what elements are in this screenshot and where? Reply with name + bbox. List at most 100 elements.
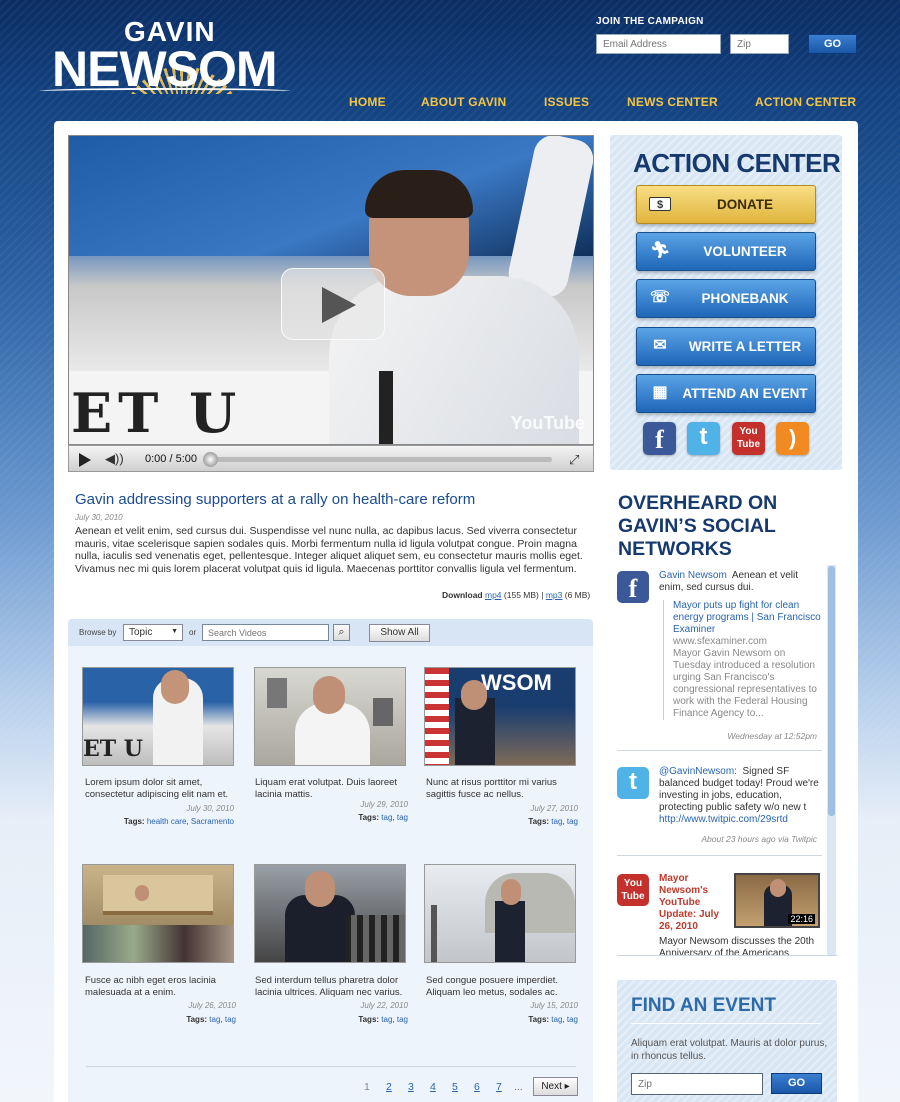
- phonebank-button[interactable]: ☏ PHONEBANK: [636, 279, 816, 318]
- tag-link[interactable]: tag: [209, 1015, 220, 1024]
- facebook-icon[interactable]: f: [643, 422, 676, 455]
- video-caption: Sed congue posuere imperdiet. Aliquam le…: [426, 975, 559, 998]
- video-date: July 15, 2010: [530, 1001, 578, 1010]
- tag-link[interactable]: tag: [551, 1015, 562, 1024]
- nav-home[interactable]: HOME: [349, 95, 386, 109]
- video-player[interactable]: ET U T YouTube: [68, 135, 594, 445]
- find-event-title: FIND AN EVENT: [631, 995, 776, 1016]
- join-go-button[interactable]: GO: [808, 34, 857, 54]
- tag-link[interactable]: tag: [397, 813, 408, 822]
- banner-text: ET U: [71, 381, 243, 445]
- download-mp4-link[interactable]: mp4: [485, 590, 502, 600]
- video-thumbnail[interactable]: [254, 667, 406, 766]
- search-videos-input[interactable]: [202, 624, 329, 641]
- video-thumbnail[interactable]: ET U: [82, 667, 234, 766]
- youtube-video-title[interactable]: Mayor Newsom's YouTube Update: July 26, …: [659, 873, 731, 933]
- browse-or: or: [189, 628, 197, 637]
- browse-topic-select[interactable]: Topic: [123, 624, 183, 641]
- logo-swoosh: [40, 88, 290, 94]
- page-link[interactable]: 4: [430, 1081, 436, 1093]
- video-thumbnail[interactable]: [424, 864, 576, 963]
- next-page-button[interactable]: Next ▸: [533, 1077, 578, 1096]
- video-tags: Tags: health care, Sacramento: [123, 817, 234, 826]
- tag-link[interactable]: tag: [381, 813, 392, 822]
- nav-news-center[interactable]: NEWS CENTER: [627, 95, 718, 109]
- download-links: Download mp4 (155 MB) | mp3 (6 MB): [442, 590, 590, 600]
- mp3-size: (6 MB): [564, 590, 591, 600]
- video-title[interactable]: Gavin addressing supporters at a rally o…: [75, 491, 475, 508]
- feed-divider: [617, 855, 822, 856]
- video-tags: Tags: tag, tag: [186, 1015, 236, 1024]
- play-overlay-icon[interactable]: [281, 268, 385, 340]
- twitter-icon: t: [617, 767, 649, 799]
- page-link[interactable]: 5: [452, 1081, 458, 1093]
- site-logo[interactable]: GAVIN NEWSOM: [40, 16, 300, 96]
- video-description: Aenean et velit enim, sed cursus dui. Su…: [75, 525, 583, 575]
- tag-link[interactable]: tag: [397, 1015, 408, 1024]
- phone-icon: ☏: [649, 289, 670, 306]
- video-thumbnail[interactable]: WSOM: [424, 667, 576, 766]
- video-caption: Liquam erat volutpat. Duis laoreet lacin…: [255, 777, 398, 800]
- envelope-icon: ✉: [653, 337, 667, 354]
- page-link[interactable]: 7: [496, 1081, 502, 1093]
- tag-link[interactable]: health care: [147, 817, 187, 826]
- write-a-letter-button[interactable]: ✉ WRITE A LETTER: [636, 327, 816, 366]
- play-icon[interactable]: [79, 453, 91, 467]
- facebook-shared-link: Mayor puts up fight for clean energy pro…: [663, 600, 821, 720]
- twitter-icon[interactable]: t: [687, 422, 720, 455]
- video-controls: ◀)) 0:00 / 5:00 ⤢: [68, 445, 594, 472]
- attend-an-event-button[interactable]: ▦ ATTEND AN EVENT: [636, 374, 816, 413]
- shared-link-summary: Mayor Gavin Newsom on Tuesday introduced…: [673, 648, 817, 719]
- tag-link[interactable]: tag: [551, 817, 562, 826]
- shared-link-title[interactable]: Mayor puts up fight for clean energy pro…: [673, 600, 821, 636]
- video-date: July 30, 2010: [186, 804, 234, 813]
- video-tags: Tags: tag, tag: [528, 1015, 578, 1024]
- tag-link[interactable]: tag: [381, 1015, 392, 1024]
- video-progress-track[interactable]: [207, 457, 552, 462]
- page-link[interactable]: 3: [408, 1081, 414, 1093]
- nav-issues[interactable]: ISSUES: [544, 95, 589, 109]
- youtube-icon: You Tube: [617, 874, 649, 906]
- gallery-divider: [86, 1066, 576, 1067]
- twitpic-link[interactable]: http://www.twitpic.com/29srtd: [659, 814, 788, 825]
- feed-scrollbar-thumb[interactable]: [828, 566, 835, 816]
- rss-icon[interactable]: ): [776, 422, 809, 455]
- facebook-author-link[interactable]: Gavin Newsom: [659, 570, 727, 581]
- volunteer-button[interactable]: 🏃︎ VOLUNTEER: [636, 232, 816, 271]
- video-date: July 27, 2010: [530, 804, 578, 813]
- page-link[interactable]: 6: [474, 1081, 480, 1093]
- nav-about-gavin[interactable]: ABOUT GAVIN: [421, 95, 506, 109]
- event-zip-field[interactable]: [631, 1073, 763, 1095]
- video-caption: Nunc at risus porttitor mi varius sagitt…: [426, 777, 557, 800]
- tag-link[interactable]: tag: [225, 1015, 236, 1024]
- zip-field[interactable]: [730, 34, 789, 54]
- youtube-icon[interactable]: You Tube: [732, 422, 765, 455]
- twitter-handle-link[interactable]: @GavinNewsom:: [659, 766, 737, 777]
- facebook-post-time: Wednesday at 12:52pm: [727, 731, 817, 741]
- nav-action-center[interactable]: ACTION CENTER: [755, 95, 856, 109]
- download-mp3-link[interactable]: mp3: [546, 590, 563, 600]
- email-field[interactable]: [596, 34, 721, 54]
- page-current: 1: [364, 1081, 370, 1093]
- find-event-go-button[interactable]: GO: [771, 1073, 822, 1094]
- tag-link[interactable]: tag: [567, 1015, 578, 1024]
- search-icon[interactable]: ⌕: [333, 624, 350, 641]
- volume-icon[interactable]: ◀)): [105, 451, 124, 467]
- page-link[interactable]: 2: [386, 1081, 392, 1093]
- video-thumbnail[interactable]: [82, 864, 234, 963]
- overheard-title: OVERHEARD ON GAVIN’S SOCIAL NETWORKS: [618, 492, 778, 560]
- microphone: [379, 371, 393, 444]
- show-all-button[interactable]: Show All: [369, 624, 430, 642]
- youtube-video-thumbnail[interactable]: 22:16: [734, 873, 820, 928]
- video-thumbnail[interactable]: [254, 864, 406, 963]
- join-campaign-label: JOIN THE CAMPAIGN: [596, 16, 704, 27]
- twitter-post-time: About 23 hours ago via Twitpic: [701, 834, 817, 844]
- video-progress-knob[interactable]: [203, 452, 218, 467]
- tag-link[interactable]: Sacramento: [191, 817, 234, 826]
- tag-link[interactable]: tag: [567, 817, 578, 826]
- donate-button[interactable]: $ DONATE: [636, 185, 816, 224]
- action-center-title: ACTION CENTER: [633, 148, 841, 178]
- fullscreen-icon[interactable]: ⤢: [569, 452, 579, 468]
- video-date: July 30, 2010: [75, 513, 123, 522]
- video-tags: Tags: tag, tag: [528, 817, 578, 826]
